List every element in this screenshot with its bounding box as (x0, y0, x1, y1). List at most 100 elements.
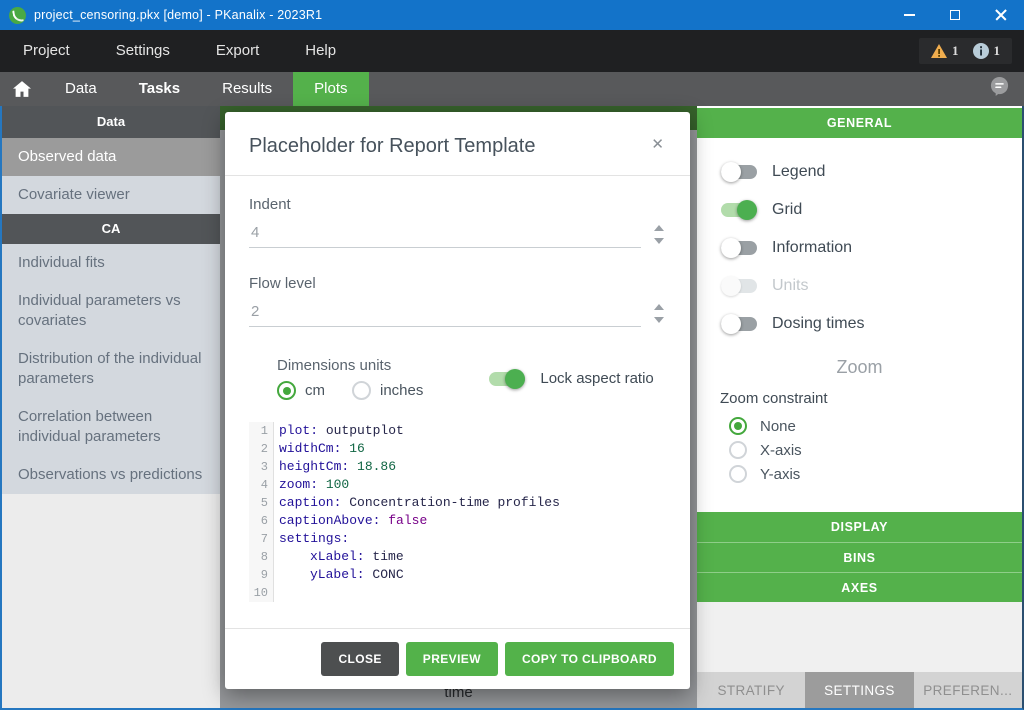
dialog-body: Indent 4 Flow level 2 (225, 176, 690, 628)
indent-label: Indent (249, 196, 666, 213)
cm-radio-label: cm (305, 382, 325, 399)
warning-icon (931, 44, 947, 58)
sidebar-section-data[interactable]: Data (2, 106, 220, 138)
flow-level-label: Flow level (249, 275, 666, 292)
maximize-button[interactable] (932, 0, 978, 30)
warning-notification[interactable]: 1 (931, 43, 959, 59)
dosing-times-toggle[interactable] (721, 317, 757, 331)
bottom-tab-preferences[interactable]: PREFEREN... (914, 672, 1022, 708)
dialog-header: Placeholder for Report Template ✕ (225, 112, 690, 176)
info-count: 1 (994, 43, 1001, 59)
zoom-constraint-xaxis-radio[interactable] (729, 441, 747, 459)
indent-input[interactable]: 4 (249, 217, 641, 248)
minimize-icon (904, 14, 915, 16)
indent-field-group: Indent 4 (249, 196, 666, 248)
dialog-close-icon[interactable]: ✕ (649, 135, 666, 154)
zoom-constraint-none-label: None (760, 418, 796, 435)
sidebar-item-correlation[interactable]: Correlation between individual parameter… (2, 398, 220, 456)
panel-header-general[interactable]: GENERAL (697, 108, 1022, 138)
yaml-code-editor[interactable]: 1plot: outputplot 2widthCm: 16 3heightCm… (249, 422, 666, 603)
tab-plots[interactable]: Plots (293, 72, 368, 106)
panel-spacer (697, 486, 1022, 512)
dimensions-units-label: Dimensions units (277, 357, 441, 374)
panel-header-display[interactable]: DISPLAY (697, 512, 1022, 542)
tab-data[interactable]: Data (44, 72, 118, 106)
zoom-constraint-yaxis-label: Y-axis (760, 466, 800, 483)
lock-aspect-ratio-label: Lock aspect ratio (540, 370, 653, 387)
notification-area[interactable]: 1 1 (919, 38, 1012, 64)
dimensions-units-group: Dimensions units cm inches (277, 357, 441, 400)
close-window-button[interactable] (978, 0, 1024, 30)
code-line: 4zoom: 100 (249, 476, 666, 494)
grid-label: Grid (772, 201, 802, 219)
sidebar-item-individual-params-vs-covariates[interactable]: Individual parameters vs covariates (2, 282, 220, 340)
stepper-down-icon[interactable] (654, 317, 664, 323)
zoom-constraint-none-radio[interactable] (729, 417, 747, 435)
window-title: project_censoring.pkx [demo] - PKanalix … (34, 8, 322, 22)
sidebar-item-covariate-viewer[interactable]: Covariate viewer (2, 176, 220, 214)
bottom-tab-stratify[interactable]: STRATIFY (697, 672, 805, 708)
general-toggles: Legend Grid Information Units Dosing tim… (697, 138, 1022, 343)
tab-results[interactable]: Results (201, 72, 293, 106)
feedback-button[interactable] (989, 76, 1010, 102)
toggle-knob (721, 162, 741, 182)
toggle-knob (721, 238, 741, 258)
panel-header-bins[interactable]: BINS (697, 542, 1022, 572)
close-button[interactable]: CLOSE (321, 642, 398, 676)
stepper-down-icon[interactable] (654, 238, 664, 244)
tab-tasks[interactable]: Tasks (118, 72, 201, 106)
legend-toggle[interactable] (721, 165, 757, 179)
settings-panel: GENERAL Legend Grid Information Units (697, 106, 1022, 708)
code-line: 1plot: outputplot (249, 422, 666, 440)
lock-aspect-ratio-toggle[interactable] (489, 372, 525, 386)
toggle-knob (737, 200, 757, 220)
toggle-row-units: Units (721, 267, 1022, 305)
info-notification[interactable]: 1 (973, 43, 1001, 59)
sidebar-item-observations-vs-predictions[interactable]: Observations vs predictions (2, 456, 220, 494)
preview-button[interactable]: PREVIEW (406, 642, 498, 676)
dialog-footer: CLOSE PREVIEW COPY TO CLIPBOARD (225, 628, 690, 689)
toggle-knob (721, 276, 741, 296)
information-toggle[interactable] (721, 241, 757, 255)
flow-level-stepper (654, 304, 664, 323)
app-window: project_censoring.pkx [demo] - PKanalix … (0, 0, 1024, 710)
cm-radio[interactable] (277, 381, 296, 400)
plots-sidebar: Data Observed data Covariate viewer CA I… (2, 106, 220, 708)
stepper-up-icon[interactable] (654, 225, 664, 231)
menu-export[interactable]: Export (193, 30, 282, 72)
panel-header-axes[interactable]: AXES (697, 572, 1022, 602)
toggle-row-grid: Grid (721, 191, 1022, 229)
copy-to-clipboard-button[interactable]: COPY TO CLIPBOARD (505, 642, 674, 676)
legend-label: Legend (772, 163, 825, 181)
minimize-button[interactable] (886, 0, 932, 30)
sidebar-item-observed-data[interactable]: Observed data (2, 138, 220, 176)
menu-bar: Project Settings Export Help 1 1 (0, 30, 1024, 72)
sidebar-section-ca[interactable]: CA (2, 214, 220, 244)
maximize-icon (950, 10, 960, 20)
stepper-up-icon[interactable] (654, 304, 664, 310)
grid-toggle[interactable] (721, 203, 757, 217)
zoom-constraint-yaxis-row: Y-axis (729, 462, 1022, 486)
home-button[interactable] (0, 72, 44, 106)
window-controls (886, 0, 1024, 30)
flow-level-input[interactable]: 2 (249, 296, 641, 327)
toggle-knob (505, 369, 525, 389)
inches-radio-label: inches (380, 382, 423, 399)
zoom-constraint-yaxis-radio[interactable] (729, 465, 747, 483)
menu-project[interactable]: Project (0, 30, 93, 72)
units-label: Units (772, 277, 808, 295)
menu-help[interactable]: Help (282, 30, 359, 72)
bottom-tab-settings[interactable]: SETTINGS (805, 672, 913, 708)
toggle-row-information: Information (721, 229, 1022, 267)
sidebar-item-individual-fits[interactable]: Individual fits (2, 244, 220, 282)
inches-radio[interactable] (352, 381, 371, 400)
toggle-row-dosing-times: Dosing times (721, 305, 1022, 343)
code-line: 8xLabel: time (249, 548, 666, 566)
close-icon (995, 9, 1007, 21)
warning-count: 1 (952, 43, 959, 59)
sidebar-item-distribution[interactable]: Distribution of the individual parameter… (2, 340, 220, 398)
dosing-times-label: Dosing times (772, 315, 864, 333)
zoom-constraint-xaxis-row: X-axis (729, 438, 1022, 462)
menu-settings[interactable]: Settings (93, 30, 193, 72)
report-template-dialog: Placeholder for Report Template ✕ Indent… (225, 112, 690, 689)
